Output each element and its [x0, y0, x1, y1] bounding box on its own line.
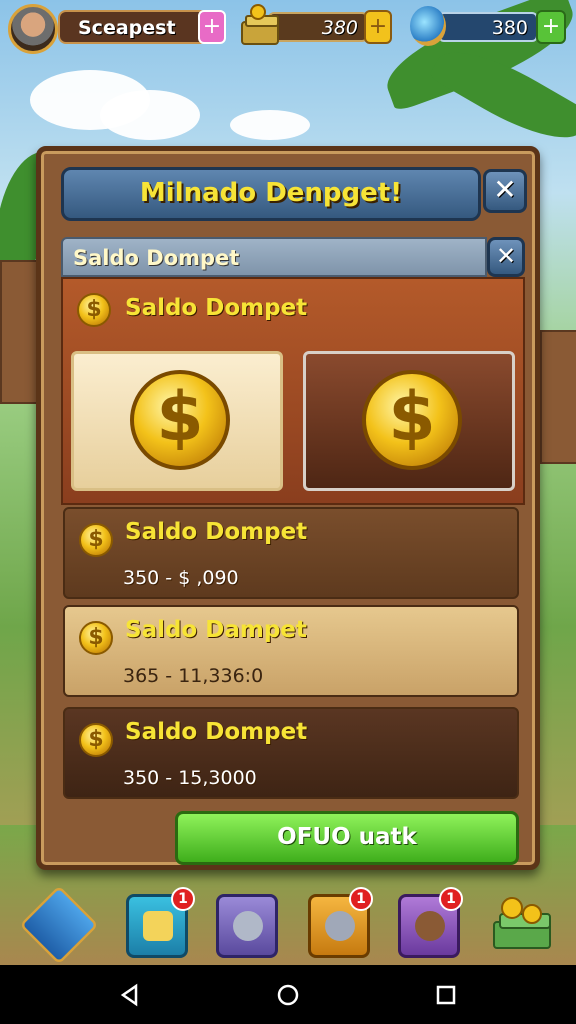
- row-label: Saldo Dampet: [125, 617, 307, 643]
- close-dialog-button[interactable]: ✕: [483, 169, 527, 213]
- inventory-button[interactable]: 1: [126, 887, 195, 958]
- add-profile-button[interactable]: +: [198, 10, 226, 44]
- add-cash-button[interactable]: +: [364, 10, 392, 44]
- cloud: [230, 110, 310, 140]
- hut: [0, 260, 40, 404]
- close-subpanel-button[interactable]: ✕: [487, 237, 525, 277]
- coin-stack-icon: [233, 911, 263, 941]
- wallet-option-row[interactable]: $ Saldo Dompet 350 - $ ,090: [63, 507, 519, 599]
- coin-icon: $: [79, 723, 113, 757]
- confirm-button[interactable]: OFUO uatk: [175, 811, 519, 865]
- wallet-option-row[interactable]: $ Saldo Dampet 365 - 11,336:0: [63, 605, 519, 697]
- cash-stack-icon: [241, 4, 279, 45]
- player-name: Sceapest: [78, 17, 176, 39]
- currency2-value: 380: [491, 17, 528, 39]
- currency1-box: 380: [268, 12, 368, 42]
- wallet-balance-panel: $ Saldo Dompet $ $: [61, 277, 525, 505]
- barrel-button[interactable]: 1: [308, 887, 373, 958]
- balance-label: Saldo Dompet: [125, 295, 308, 321]
- row-value: 365 - 11,336:0: [123, 665, 264, 687]
- notification-badge: 1: [349, 887, 373, 911]
- top-hud: Sceapest + 380 + 380 +: [0, 0, 576, 56]
- hut: [540, 330, 576, 464]
- dialog-title-bar: Milnado Denpget!: [61, 167, 481, 221]
- wallet-dialog: Milnado Denpget! ✕ Saldo Dompet ✕ $ Sald…: [36, 146, 540, 870]
- coin-icon: $: [79, 523, 113, 557]
- animal-icon: [415, 911, 445, 941]
- big-coin-icon: $: [130, 370, 230, 470]
- add-gems-button[interactable]: +: [536, 10, 566, 44]
- currency1-value: 380: [321, 17, 358, 39]
- row-value: 350 - $ ,090: [123, 567, 239, 589]
- row-label: Saldo Dompet: [125, 719, 308, 745]
- home-icon[interactable]: [276, 983, 300, 1007]
- coin-option-card-selected[interactable]: $: [71, 351, 283, 491]
- coin-option-card[interactable]: $: [303, 351, 515, 491]
- dialog-title: Milnado Denpget!: [139, 178, 403, 208]
- big-coin-icon: $: [362, 370, 462, 470]
- player-avatar[interactable]: [8, 4, 58, 54]
- barrel-icon: [325, 911, 355, 941]
- currency2-box: 380: [438, 12, 538, 42]
- notification-badge: 1: [439, 887, 463, 911]
- coin-icon: $: [77, 293, 111, 327]
- row-value: 350 - 15,3000: [123, 767, 257, 789]
- wallet-option-row[interactable]: $ Saldo Dompet 350 - 15,3000: [63, 707, 519, 799]
- coin-icon: $: [79, 621, 113, 655]
- globe-icon: [410, 6, 446, 46]
- subheader-bar: Saldo Dompet: [61, 237, 487, 277]
- storage-button[interactable]: [216, 894, 278, 958]
- system-nav-bar: [0, 965, 576, 1024]
- row-label: Saldo Dompet: [125, 519, 308, 545]
- cash-icon: [143, 911, 173, 941]
- notification-badge: 1: [171, 887, 195, 911]
- money-stack-icon[interactable]: [488, 896, 558, 956]
- back-icon[interactable]: [118, 983, 142, 1007]
- recents-icon[interactable]: [434, 983, 458, 1007]
- player-name-box: Sceapest: [58, 10, 208, 44]
- cloud: [100, 90, 200, 140]
- animal-button[interactable]: 1: [398, 887, 463, 958]
- subheader-title: Saldo Dompet: [73, 246, 240, 270]
